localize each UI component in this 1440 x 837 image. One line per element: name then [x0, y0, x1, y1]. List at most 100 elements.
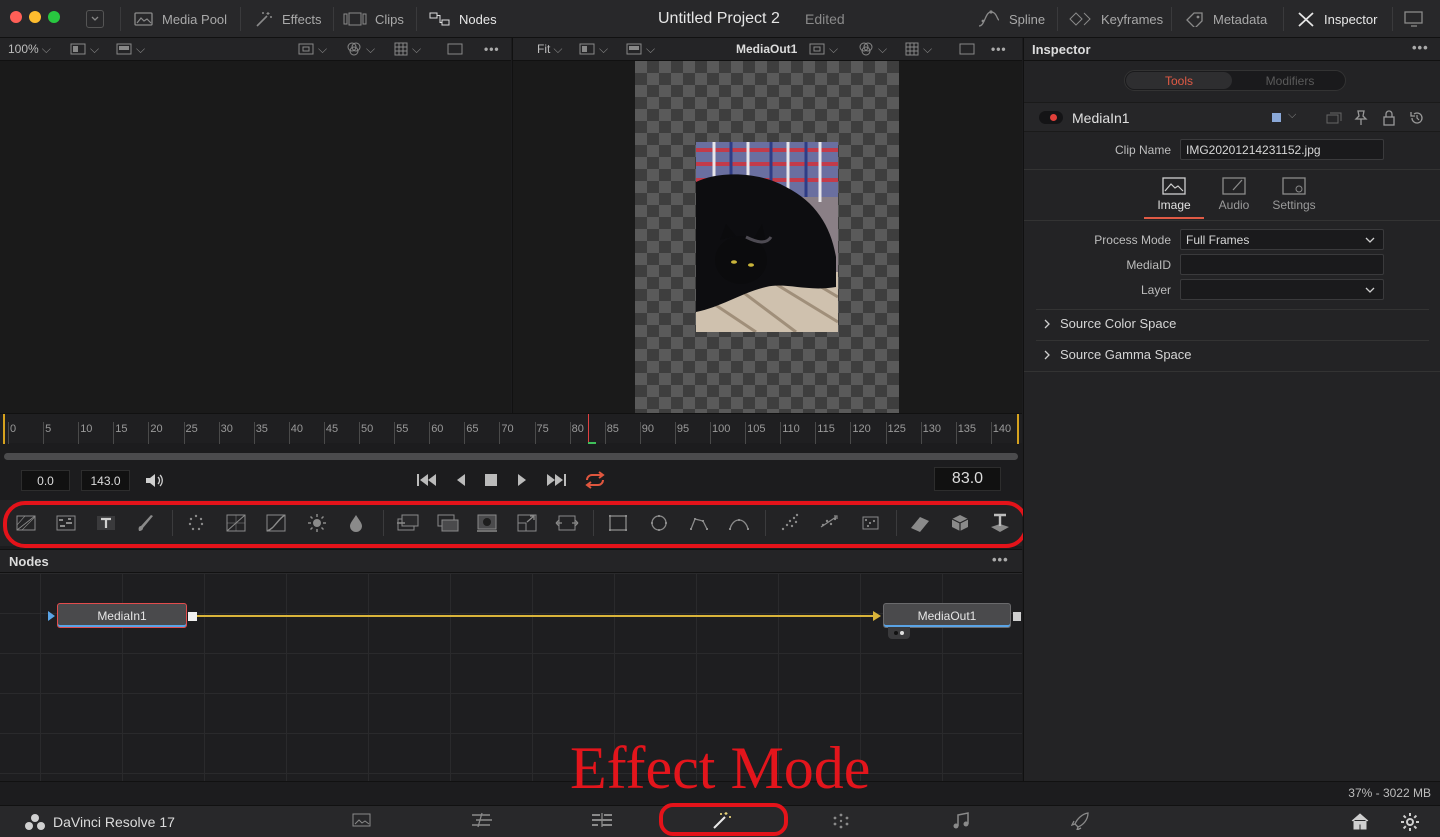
go-to-start-icon[interactable] [416, 473, 438, 490]
ruler-tick [359, 422, 360, 444]
page-fairlight-icon[interactable] [952, 812, 974, 832]
process-mode-dropdown[interactable]: Full Frames [1180, 229, 1384, 250]
page-cut-icon[interactable] [470, 812, 492, 832]
layer-dropdown[interactable] [1180, 279, 1384, 300]
render-range-start[interactable] [3, 414, 5, 444]
ruler-label: 105 [747, 423, 766, 435]
lock-icon[interactable] [1382, 110, 1396, 129]
mediaid-field[interactable] [1180, 254, 1384, 275]
app-name: DaVinci Resolve 17 [53, 814, 175, 830]
left-viewer-more-icon[interactable]: ••• [484, 38, 500, 60]
node-color-dropdown-icon[interactable]: ⌵ [1288, 109, 1296, 122]
loop-icon[interactable] [583, 471, 607, 492]
versions-icon[interactable] [1326, 111, 1342, 128]
ruler-label: 10 [80, 423, 93, 435]
source-gamma-space-section[interactable]: Source Gamma Space [1043, 347, 1192, 362]
ruler-label: 0 [10, 423, 17, 435]
panel-toggle-icon[interactable] [86, 10, 104, 28]
ruler-tick [323, 422, 325, 444]
settings-gear-icon[interactable] [1400, 812, 1422, 832]
tab-modifiers[interactable]: Modifiers [1237, 72, 1343, 89]
home-icon[interactable] [1350, 812, 1372, 832]
ruler-tick [218, 422, 220, 444]
fullscreen-toggle-icon[interactable] [1404, 10, 1424, 31]
page-color-icon[interactable] [831, 812, 853, 832]
close-window-button[interactable] [10, 11, 22, 23]
stop-icon[interactable] [485, 474, 498, 490]
playhead[interactable] [588, 414, 589, 444]
timeline-scrollbar[interactable] [4, 453, 1018, 460]
right-viewer-node-name: MediaOut1 [736, 42, 798, 56]
ruler-tick [710, 422, 711, 444]
source-color-space-section[interactable]: Source Color Space [1043, 316, 1176, 331]
page-deliver-icon[interactable] [1070, 812, 1093, 832]
play-reverse-icon[interactable] [455, 473, 467, 490]
render-range-end[interactable] [1017, 414, 1019, 444]
clips-button[interactable]: Clips [343, 0, 404, 38]
right-viewer-grid-icon[interactable]: ⌵ [905, 38, 932, 60]
nodes-button[interactable]: Nodes [429, 0, 497, 38]
right-viewer-more-icon[interactable]: ••• [991, 38, 1007, 60]
left-viewer-safe-area-icon[interactable] [447, 38, 463, 60]
ruler-label: 50 [361, 423, 374, 435]
left-viewer-layout-icon[interactable]: ⌵ [70, 38, 99, 60]
right-viewer-layout-icon[interactable]: ⌵ [579, 38, 608, 60]
ruler-label: 40 [290, 423, 304, 435]
fusion-page-highlight-ring [659, 803, 788, 836]
inspector-panel: Inspector ••• Tools Modifiers MediaIn1 ⌵… [1023, 38, 1440, 781]
magic-wand-icon [256, 12, 272, 27]
tab-tools[interactable]: Tools [1126, 72, 1232, 89]
ruler-label: 25 [185, 423, 198, 435]
right-viewer-frame-icon[interactable]: ⌵ [626, 38, 655, 60]
right-viewer-roi-icon[interactable]: ⌵ [809, 38, 838, 60]
left-viewer-zoom[interactable]: 100% ⌵ [8, 38, 51, 60]
time-ruler[interactable]: 0 5 10 15 20 25 30 35 40 45 50 55 60 65 70 75 80 85 90 95 10… [0, 413, 1022, 444]
ruler-label: 140 [992, 423, 1012, 435]
minimize-window-button[interactable] [29, 11, 41, 23]
node-mediain1[interactable]: MediaIn1 [57, 603, 187, 628]
metadata-button[interactable]: Metadata [1185, 0, 1267, 38]
node-header-row: MediaIn1 ⌵ [1024, 102, 1440, 132]
chevron-down-icon [1365, 237, 1375, 243]
right-viewer-color-channels-icon[interactable]: ⌵ [858, 38, 887, 60]
node-enable-toggle[interactable] [1039, 111, 1063, 124]
play-forward-icon[interactable] [516, 473, 528, 490]
mediain1-output-port[interactable] [188, 612, 197, 621]
subtab-settings[interactable]: Settings [1266, 177, 1322, 219]
zoom-window-button[interactable] [48, 11, 60, 23]
left-viewer-grid-icon[interactable]: ⌵ [394, 38, 421, 60]
left-viewer-roi-icon[interactable]: ⌵ [298, 38, 327, 60]
current-time-field[interactable]: 83.0 [934, 467, 1001, 491]
global-end-time[interactable]: 143.0 [81, 470, 130, 491]
subtab-audio[interactable]: Audio [1206, 177, 1262, 219]
page-edit-icon[interactable] [591, 812, 613, 832]
nodes-more-icon[interactable]: ••• [992, 552, 1009, 567]
inspector-more-icon[interactable]: ••• [1412, 40, 1429, 55]
subtab-image[interactable]: Image [1144, 177, 1204, 219]
ruler-label: 5 [45, 423, 52, 435]
reset-icon[interactable] [1409, 110, 1425, 129]
left-viewer[interactable] [0, 61, 511, 413]
spline-button[interactable]: Spline [977, 0, 1045, 38]
right-viewer-safe-area-icon[interactable] [959, 38, 975, 60]
page-media-icon[interactable] [352, 812, 374, 832]
effects-button[interactable]: Effects [254, 0, 322, 38]
node-color-swatch[interactable] [1272, 113, 1281, 122]
go-to-end-icon[interactable] [545, 473, 567, 490]
inspector-button[interactable]: Inspector [1296, 0, 1377, 38]
node-mediaout1[interactable]: MediaOut1 [883, 603, 1011, 628]
left-viewer-color-channels-icon[interactable]: ⌵ [346, 38, 375, 60]
keyframes-button[interactable]: Keyframes [1069, 0, 1163, 38]
left-viewer-frame-icon[interactable]: ⌵ [116, 38, 145, 60]
ruler-tick [534, 422, 536, 444]
media-pool-button[interactable]: Media Pool [134, 0, 227, 38]
audio-speaker-icon[interactable] [144, 472, 164, 492]
media-pool-icon [134, 12, 153, 26]
clip-name-field[interactable]: IMG20201214231152.jpg [1180, 139, 1384, 160]
pin-icon[interactable] [1354, 110, 1368, 129]
global-start-time[interactable]: 0.0 [21, 470, 70, 491]
top-toolbar: Media Pool Effects Clips Nodes Untitled … [0, 0, 1440, 38]
mediaout1-output-port[interactable] [1013, 612, 1021, 621]
right-viewer-zoom[interactable]: Fit ⌵ [537, 38, 562, 60]
chevron-right-icon [1044, 350, 1050, 359]
